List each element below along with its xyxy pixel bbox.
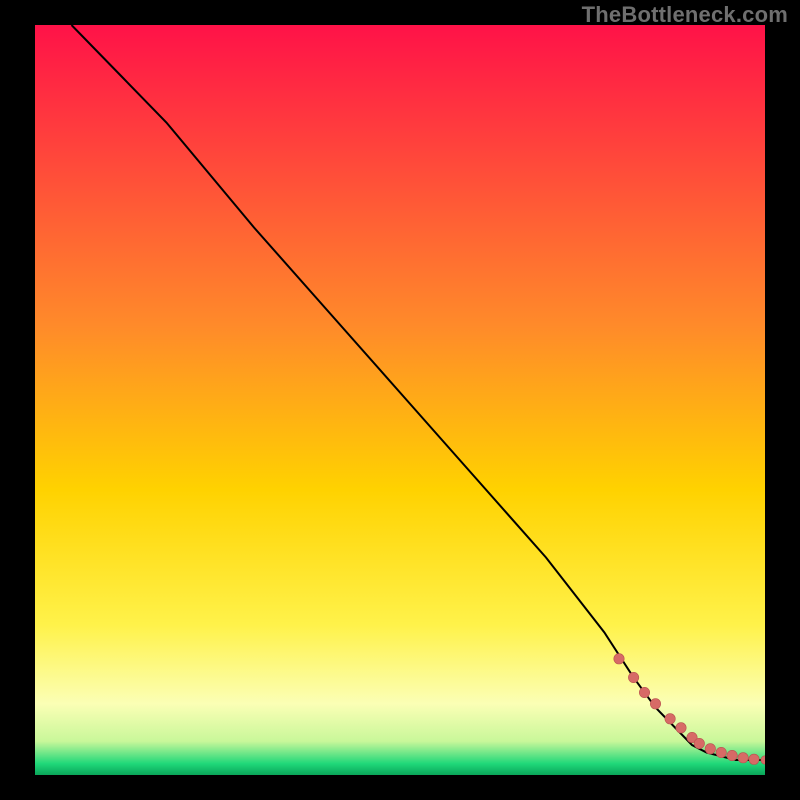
- chart-frame: TheBottleneck.com: [0, 0, 800, 800]
- data-marker: [716, 747, 726, 757]
- data-marker: [650, 699, 660, 709]
- data-marker: [738, 753, 748, 763]
- data-marker: [705, 744, 715, 754]
- data-marker: [727, 750, 737, 760]
- watermark-label: TheBottleneck.com: [582, 2, 788, 28]
- data-marker: [665, 714, 675, 724]
- data-marker: [676, 723, 686, 733]
- bottleneck-chart: [35, 25, 765, 775]
- heat-gradient-bg: [35, 25, 765, 775]
- data-marker: [639, 687, 649, 697]
- data-marker: [749, 754, 759, 764]
- data-marker: [628, 672, 638, 682]
- data-marker: [694, 738, 704, 748]
- plot-area: [35, 25, 765, 775]
- data-marker: [614, 654, 624, 664]
